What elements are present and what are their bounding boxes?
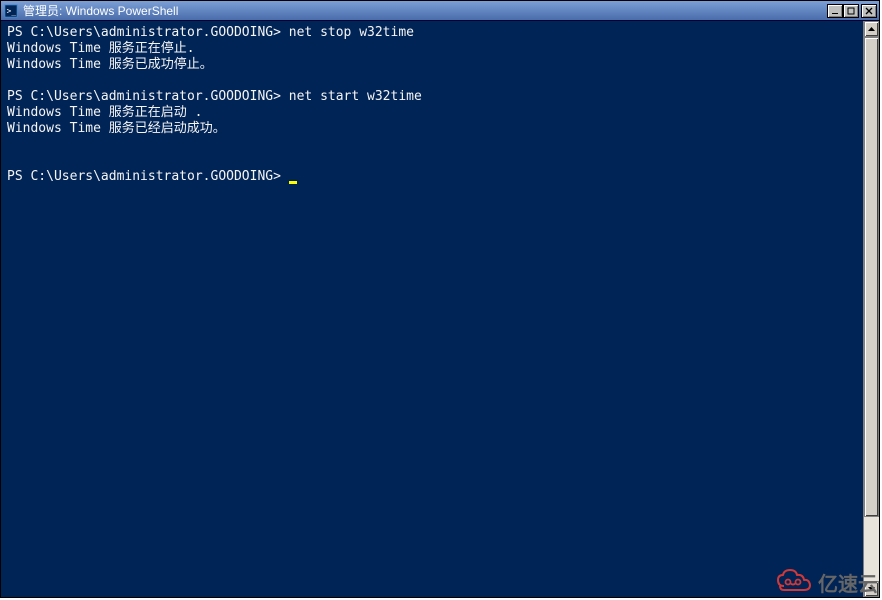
scroll-up-button[interactable] (864, 21, 879, 37)
prompt: PS C:\Users\administrator.GOODOING> (7, 89, 289, 104)
watermark: 亿速云 (774, 566, 878, 598)
terminal-line (7, 137, 873, 153)
cloud-icon (774, 566, 814, 598)
terminal-line: PS C:\Users\administrator.GOODOING> net … (7, 25, 873, 41)
terminal-line: Windows Time 服务已成功停止。 (7, 57, 873, 73)
command-text: net start w32time (289, 89, 422, 104)
command-text: net stop w32time (289, 25, 414, 40)
terminal-line (7, 153, 873, 169)
terminal-line: Windows Time 服务正在启动 . (7, 105, 873, 121)
cursor (289, 181, 297, 184)
scroll-track[interactable] (864, 37, 879, 581)
svg-text:>_: >_ (7, 6, 17, 15)
terminal-line: Windows Time 服务正在停止. (7, 41, 873, 57)
terminal-line: Windows Time 服务已经启动成功。 (7, 121, 873, 137)
minimize-button[interactable] (827, 4, 843, 18)
powershell-icon: >_ (3, 3, 19, 19)
prompt: PS C:\Users\administrator.GOODOING> (7, 25, 289, 40)
terminal-output[interactable]: PS C:\Users\administrator.GOODOING> net … (1, 21, 879, 597)
powershell-window: >_ 管理员: Windows PowerShell PS C:\Users\a… (0, 0, 880, 598)
window-title: 管理员: Windows PowerShell (23, 2, 827, 19)
terminal-line: PS C:\Users\administrator.GOODOING> net … (7, 89, 873, 105)
window-controls (827, 4, 877, 18)
maximize-button[interactable] (843, 4, 859, 18)
terminal-line (7, 73, 873, 89)
terminal-line: PS C:\Users\administrator.GOODOING> (7, 169, 873, 185)
close-button[interactable] (861, 4, 877, 18)
prompt: PS C:\Users\administrator.GOODOING> (7, 169, 289, 184)
titlebar[interactable]: >_ 管理员: Windows PowerShell (1, 1, 879, 21)
vertical-scrollbar[interactable] (863, 21, 879, 597)
watermark-text: 亿速云 (818, 568, 878, 597)
scroll-thumb[interactable] (864, 37, 879, 517)
